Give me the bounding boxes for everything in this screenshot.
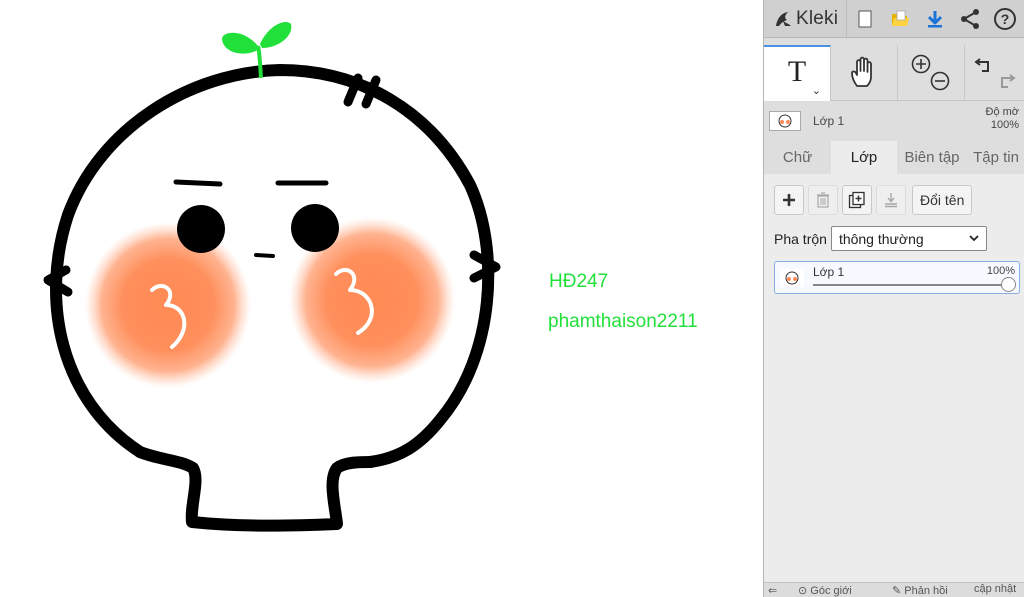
help-button[interactable]: ? [987, 0, 1022, 38]
kleki-app: HĐ247 phamthaison2211 Kleki ? T ⌄ Lớp 1 … [0, 0, 1024, 597]
canvas-drawing [43, 22, 501, 532]
layer-actions: Đổi tên [774, 185, 973, 215]
left-eyebrow [173, 179, 223, 187]
layer-thumbnail[interactable] [769, 111, 801, 131]
layer-item-thumbnail [780, 269, 804, 287]
merge-down-icon [885, 193, 897, 208]
bottom-link-2[interactable]: cập nhật [974, 583, 1016, 595]
open-folder-icon [891, 10, 909, 26]
tab-file[interactable]: Tập tin [967, 141, 1024, 174]
tab-layers[interactable]: Lớp [831, 141, 897, 174]
trash-icon [817, 192, 829, 208]
delete-layer-button[interactable] [808, 185, 838, 215]
zoom-icons [911, 54, 950, 91]
layer-item-opacity: 100% [986, 265, 1015, 277]
undo-icon[interactable] [974, 58, 989, 72]
left-eye [177, 205, 225, 253]
mouth [254, 253, 275, 258]
text-tool-button[interactable]: T ⌄ [764, 45, 831, 101]
layer-opacity-slider[interactable] [813, 284, 1007, 286]
kleki-logo-icon [776, 11, 791, 26]
zoom-controls [898, 45, 965, 101]
tab-edit[interactable]: Biên tập [897, 141, 967, 174]
blend-mode-label: Pha trộn [774, 230, 827, 247]
layer-opacity-slider-handle[interactable] [1001, 277, 1016, 292]
back-arrow-icon[interactable]: ⇐ [768, 584, 777, 597]
layer-list-item[interactable]: Lớp 1 100% [774, 261, 1020, 294]
hand-tool-button[interactable] [831, 45, 898, 101]
canvas-text-title: HĐ247 [549, 271, 609, 292]
new-image-button[interactable] [847, 0, 882, 38]
layer-item-name: Lớp 1 [813, 265, 845, 279]
plus-icon [783, 194, 795, 206]
help-icon: ? [993, 7, 1016, 30]
open-button[interactable] [882, 0, 917, 38]
opacity-display[interactable]: Độ mờ 100% [986, 106, 1020, 132]
bottom-link-1[interactable]: ✎ Phản hồi [892, 584, 948, 597]
redo-icon[interactable] [1001, 74, 1016, 88]
download-button[interactable] [917, 0, 952, 38]
rename-layer-button[interactable]: Đổi tên [912, 185, 973, 215]
chevron-down-icon [969, 235, 979, 242]
tab-text[interactable]: Chữ [764, 141, 831, 174]
share-button[interactable] [952, 0, 987, 38]
undo-redo-icons [974, 58, 1016, 88]
tool-row: T ⌄ [764, 45, 1024, 101]
active-layer-name: Lớp 1 [813, 114, 845, 128]
duplicate-icon [848, 191, 865, 209]
hand-icon [851, 56, 872, 87]
blend-mode-row: Pha trộn thông thường [774, 226, 987, 251]
merge-down-button[interactable] [876, 185, 906, 215]
layers-panel: Đổi tên Pha trộn thông thường Lớp 1 100% [764, 174, 1024, 582]
body-outline [134, 446, 376, 532]
bottom-bar: ⇐ ⊙ Góc giới ✎ Phản hồi cập nhật [764, 582, 1024, 597]
add-layer-button[interactable] [774, 185, 804, 215]
opacity-value: 100% [990, 119, 1019, 131]
drawing-canvas[interactable]: HĐ247 phamthaison2211 [0, 0, 763, 597]
app-name: Kleki [796, 7, 839, 29]
zoom-out-icon[interactable] [930, 71, 950, 91]
top-bar: Kleki ? [764, 0, 1024, 38]
sidebar: Kleki ? T ⌄ Lớp 1 Độ mờ 100% Chữ Lớp Biê… [763, 0, 1024, 597]
layer-preview-icon [785, 271, 799, 285]
chevron-down-icon[interactable]: ⌄ [812, 84, 821, 97]
active-layer-info: Lớp 1 Độ mờ 100% [764, 103, 1024, 139]
duplicate-layer-button[interactable] [842, 185, 872, 215]
blend-mode-value: thông thường [838, 230, 924, 247]
blend-mode-select[interactable]: thông thường [830, 226, 987, 251]
undo-redo-controls [965, 45, 1024, 101]
text-tool-icon: T [787, 55, 807, 88]
sprout-leaf [222, 32, 258, 54]
right-eye [291, 204, 339, 252]
bottom-link-0[interactable]: ⊙ Góc giới [798, 584, 852, 597]
panel-tabs: Chữ Lớp Biên tập Tập tin [764, 141, 1024, 174]
layer-preview-icon [778, 114, 792, 128]
zoom-in-icon[interactable] [911, 54, 931, 74]
opacity-label: Độ mờ [985, 106, 1020, 118]
new-image-icon [858, 10, 871, 27]
download-icon [927, 10, 942, 27]
canvas-text-author: phamthaison2211 [548, 311, 698, 332]
share-icon [960, 8, 979, 29]
svg-text:?: ? [1000, 11, 1009, 27]
kleki-logo[interactable]: Kleki [764, 0, 847, 38]
sprout-leaf [260, 22, 292, 48]
